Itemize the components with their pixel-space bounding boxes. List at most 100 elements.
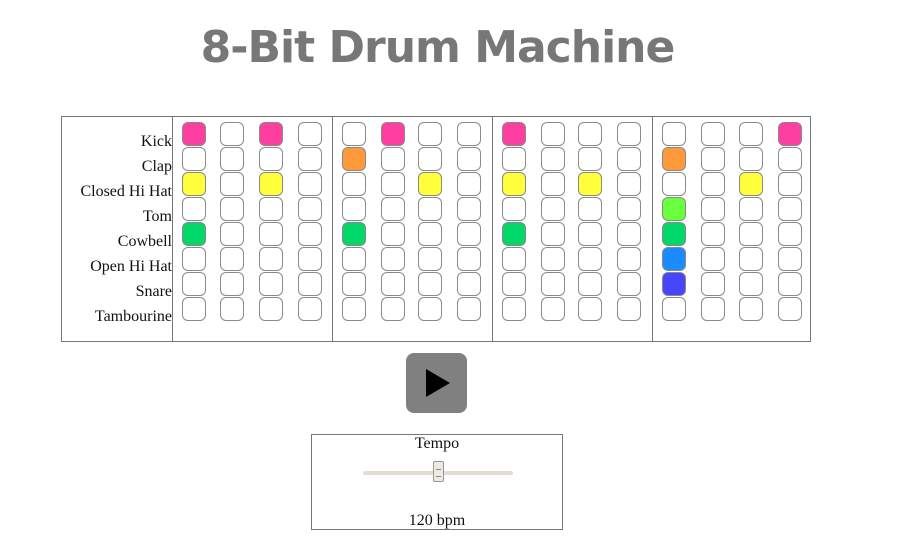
step-pad[interactable] (457, 272, 481, 296)
step-pad[interactable] (502, 297, 526, 321)
step-pad[interactable] (617, 147, 641, 171)
step-pad[interactable] (739, 297, 763, 321)
step-pad[interactable] (541, 297, 565, 321)
step-pad[interactable] (418, 297, 442, 321)
step-pad[interactable] (578, 297, 602, 321)
step-pad[interactable] (541, 122, 565, 146)
step-pad[interactable] (298, 147, 322, 171)
step-pad[interactable] (381, 247, 405, 271)
step-pad[interactable] (381, 222, 405, 246)
step-pad[interactable] (617, 272, 641, 296)
step-pad[interactable] (502, 122, 526, 146)
step-pad[interactable] (662, 147, 686, 171)
step-pad[interactable] (418, 197, 442, 221)
play-button[interactable] (406, 353, 467, 413)
step-pad[interactable] (541, 222, 565, 246)
step-pad[interactable] (541, 172, 565, 196)
step-pad[interactable] (220, 247, 244, 271)
step-pad[interactable] (502, 247, 526, 271)
step-pad[interactable] (298, 272, 322, 296)
step-pad[interactable] (778, 222, 802, 246)
step-pad[interactable] (778, 197, 802, 221)
step-pad[interactable] (457, 247, 481, 271)
step-pad[interactable] (259, 272, 283, 296)
step-pad[interactable] (739, 172, 763, 196)
step-pad[interactable] (418, 272, 442, 296)
step-pad[interactable] (578, 247, 602, 271)
step-pad[interactable] (502, 272, 526, 296)
step-pad[interactable] (701, 147, 725, 171)
step-pad[interactable] (541, 272, 565, 296)
tempo-slider[interactable] (363, 461, 513, 482)
step-pad[interactable] (182, 297, 206, 321)
step-pad[interactable] (701, 272, 725, 296)
step-pad[interactable] (381, 122, 405, 146)
step-pad[interactable] (381, 147, 405, 171)
step-pad[interactable] (578, 272, 602, 296)
step-pad[interactable] (502, 197, 526, 221)
step-pad[interactable] (418, 222, 442, 246)
step-pad[interactable] (220, 222, 244, 246)
step-pad[interactable] (298, 297, 322, 321)
step-pad[interactable] (381, 272, 405, 296)
step-pad[interactable] (778, 247, 802, 271)
step-pad[interactable] (457, 172, 481, 196)
step-pad[interactable] (298, 122, 322, 146)
step-pad[interactable] (617, 297, 641, 321)
tempo-slider-thumb[interactable] (432, 461, 444, 482)
step-pad[interactable] (457, 147, 481, 171)
step-pad[interactable] (701, 222, 725, 246)
step-pad[interactable] (182, 172, 206, 196)
step-pad[interactable] (220, 297, 244, 321)
step-pad[interactable] (617, 172, 641, 196)
step-pad[interactable] (457, 297, 481, 321)
step-pad[interactable] (182, 147, 206, 171)
step-pad[interactable] (617, 247, 641, 271)
step-pad[interactable] (617, 197, 641, 221)
step-pad[interactable] (541, 147, 565, 171)
step-pad[interactable] (662, 247, 686, 271)
step-pad[interactable] (220, 272, 244, 296)
step-pad[interactable] (778, 272, 802, 296)
step-pad[interactable] (578, 147, 602, 171)
step-pad[interactable] (457, 122, 481, 146)
step-pad[interactable] (182, 122, 206, 146)
step-pad[interactable] (342, 172, 366, 196)
step-pad[interactable] (298, 172, 322, 196)
step-pad[interactable] (662, 222, 686, 246)
step-pad[interactable] (259, 222, 283, 246)
step-pad[interactable] (182, 247, 206, 271)
step-pad[interactable] (541, 197, 565, 221)
step-pad[interactable] (502, 172, 526, 196)
step-pad[interactable] (457, 197, 481, 221)
step-pad[interactable] (778, 147, 802, 171)
step-pad[interactable] (662, 272, 686, 296)
step-pad[interactable] (701, 297, 725, 321)
step-pad[interactable] (418, 172, 442, 196)
step-pad[interactable] (578, 122, 602, 146)
step-pad[interactable] (182, 197, 206, 221)
step-pad[interactable] (662, 197, 686, 221)
step-pad[interactable] (342, 272, 366, 296)
step-pad[interactable] (739, 272, 763, 296)
step-pad[interactable] (182, 222, 206, 246)
step-pad[interactable] (701, 247, 725, 271)
step-pad[interactable] (220, 197, 244, 221)
step-pad[interactable] (778, 297, 802, 321)
step-pad[interactable] (418, 147, 442, 171)
step-pad[interactable] (418, 247, 442, 271)
step-pad[interactable] (739, 122, 763, 146)
step-pad[interactable] (259, 297, 283, 321)
step-pad[interactable] (259, 172, 283, 196)
step-pad[interactable] (739, 197, 763, 221)
step-pad[interactable] (701, 122, 725, 146)
step-pad[interactable] (418, 122, 442, 146)
step-pad[interactable] (298, 247, 322, 271)
step-pad[interactable] (259, 122, 283, 146)
step-pad[interactable] (220, 172, 244, 196)
step-pad[interactable] (259, 247, 283, 271)
step-pad[interactable] (541, 247, 565, 271)
step-pad[interactable] (298, 222, 322, 246)
step-pad[interactable] (259, 147, 283, 171)
step-pad[interactable] (342, 222, 366, 246)
